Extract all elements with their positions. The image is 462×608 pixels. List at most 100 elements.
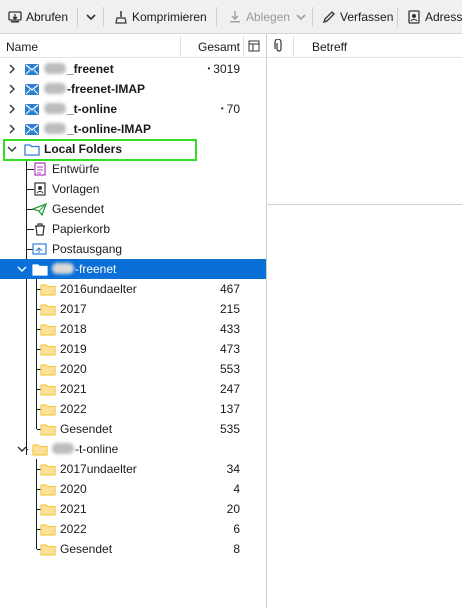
special-folder-row[interactable]: Gesendet bbox=[0, 199, 266, 219]
folder-label-text: Vorlagen bbox=[52, 182, 100, 196]
message-count-value: 467 bbox=[219, 282, 240, 296]
redacted-name bbox=[44, 123, 66, 134]
message-count-value: 34 bbox=[226, 462, 240, 476]
account-row[interactable]: -freenet-IMAP bbox=[0, 79, 266, 99]
message-count: 553 bbox=[220, 362, 240, 376]
toolbar-divider bbox=[216, 7, 217, 27]
message-count: 6 bbox=[233, 522, 240, 536]
freenet-folder-row[interactable]: -freenet bbox=[0, 259, 266, 279]
subject-column-header[interactable]: Betreff bbox=[312, 40, 347, 54]
folder-icon bbox=[40, 524, 56, 536]
column-picker-icon[interactable] bbox=[248, 40, 260, 52]
pane-splitter[interactable] bbox=[266, 34, 267, 608]
folder-label-text: -freenet bbox=[75, 262, 117, 276]
subfolder-row[interactable]: Gesendet 8 bbox=[0, 539, 266, 559]
message-count-value: 553 bbox=[219, 362, 240, 376]
subfolder-row[interactable]: 2017undaelter 34 bbox=[0, 459, 266, 479]
folder-label: _t-online-IMAP bbox=[44, 122, 151, 136]
name-column-header[interactable]: Name bbox=[6, 40, 38, 54]
folder-label-text: Entwürfe bbox=[52, 162, 100, 176]
chevron-down-icon[interactable] bbox=[16, 263, 28, 275]
special-folder-row[interactable]: Postausgang bbox=[0, 239, 266, 259]
address-book-button[interactable]: Adress bbox=[403, 6, 462, 28]
chevron-right-icon[interactable] bbox=[6, 83, 18, 95]
account-row[interactable]: _t-online-IMAP bbox=[0, 119, 266, 139]
message-count: 34 bbox=[227, 462, 240, 476]
folder-label: Gesendet bbox=[60, 422, 112, 436]
get-messages-label: Abrufen bbox=[26, 10, 69, 24]
download-icon bbox=[8, 11, 22, 23]
column-divider[interactable] bbox=[243, 36, 244, 56]
subfolder-row[interactable]: 2022 137 bbox=[0, 399, 266, 419]
subfolder-row[interactable]: 2018 433 bbox=[0, 319, 266, 339]
subfolder-row[interactable]: 2017 215 bbox=[0, 299, 266, 319]
pencil-icon bbox=[322, 11, 335, 24]
subfolder-row[interactable]: 2022 6 bbox=[0, 519, 266, 539]
folder-label-text: 2016undaelter bbox=[60, 282, 137, 296]
mail-account-icon bbox=[25, 124, 39, 135]
folder-label: 2016undaelter bbox=[60, 282, 137, 296]
tonline-folder-row[interactable]: -t-online bbox=[0, 439, 266, 459]
write-button[interactable]: Verfassen bbox=[318, 6, 397, 28]
chevron-right-icon[interactable] bbox=[6, 103, 18, 115]
chevron-right-icon[interactable] bbox=[6, 63, 18, 75]
subfolder-row[interactable]: 2020 553 bbox=[0, 359, 266, 379]
address-book-label: Adress bbox=[425, 10, 462, 24]
get-messages-button[interactable]: Abrufen bbox=[4, 6, 72, 28]
message-count-value: 473 bbox=[219, 342, 240, 356]
drafts-icon bbox=[34, 162, 46, 176]
attachment-icon[interactable] bbox=[273, 39, 285, 53]
archive-button[interactable]: Ablegen bbox=[224, 6, 312, 28]
folder-label-text: Gesendet bbox=[60, 422, 113, 436]
subfolder-row[interactable]: Gesendet 535 bbox=[0, 419, 266, 439]
redacted-name bbox=[44, 63, 66, 74]
main-toolbar: Abrufen Komprimieren Ablegen Verfassen A… bbox=[0, 0, 462, 34]
subfolder-row[interactable]: 2020 4 bbox=[0, 479, 266, 499]
folder-icon bbox=[40, 324, 56, 336]
message-count: 8 bbox=[233, 542, 240, 556]
message-count: 20 bbox=[227, 502, 240, 516]
subfolder-row[interactable]: 2021 247 bbox=[0, 379, 266, 399]
folder-label: 2022 bbox=[60, 402, 87, 416]
broom-icon bbox=[115, 11, 127, 24]
message-count: • 3019 bbox=[207, 62, 240, 76]
toolbar-divider bbox=[397, 7, 398, 27]
templates-icon bbox=[34, 182, 46, 196]
special-folder-row[interactable]: Entwürfe bbox=[0, 159, 266, 179]
folder-label: 2020 bbox=[60, 482, 87, 496]
folder-label: -t-online bbox=[52, 442, 118, 456]
get-messages-dropdown[interactable] bbox=[80, 6, 102, 28]
folder-pane-header: Name Gesamt bbox=[0, 34, 266, 58]
folder-icon bbox=[32, 444, 48, 456]
chevron-right-icon[interactable] bbox=[6, 123, 18, 135]
toolbar-divider bbox=[312, 7, 313, 27]
account-row[interactable]: _freenet • 3019 bbox=[0, 59, 266, 79]
folder-label: _freenet bbox=[44, 62, 114, 76]
subfolder-row[interactable]: 2021 20 bbox=[0, 499, 266, 519]
folder-label-text: 2021 bbox=[60, 382, 87, 396]
mail-account-icon bbox=[25, 64, 39, 75]
column-divider[interactable] bbox=[293, 36, 294, 56]
special-folder-row[interactable]: Papierkorb bbox=[0, 219, 266, 239]
message-count: 4 bbox=[233, 482, 240, 496]
folder-label: Entwürfe bbox=[52, 162, 99, 176]
folder-icon bbox=[40, 364, 56, 376]
total-column-header[interactable]: Gesamt bbox=[198, 40, 240, 54]
folder-label-text: Gesendet bbox=[52, 202, 105, 216]
folder-label-text: 2019 bbox=[60, 342, 87, 356]
folder-icon bbox=[40, 384, 56, 396]
compact-button[interactable]: Komprimieren bbox=[110, 6, 211, 28]
subfolder-row[interactable]: 2019 473 bbox=[0, 339, 266, 359]
message-count-value: 70 bbox=[226, 102, 240, 116]
redacted-name bbox=[44, 103, 66, 114]
archive-label: Ablegen bbox=[246, 10, 291, 24]
folder-label-text: 2017undaelter bbox=[60, 462, 137, 476]
column-divider[interactable] bbox=[180, 36, 181, 56]
message-pane-splitter[interactable] bbox=[267, 204, 462, 205]
folder-label-text: 2018 bbox=[60, 322, 87, 336]
chevron-down-icon[interactable] bbox=[16, 443, 28, 455]
account-row[interactable]: _t-online • 70 bbox=[0, 99, 266, 119]
folder-label-text: -t-online bbox=[75, 442, 119, 456]
special-folder-row[interactable]: Vorlagen bbox=[0, 179, 266, 199]
subfolder-row[interactable]: 2016undaelter 467 bbox=[0, 279, 266, 299]
